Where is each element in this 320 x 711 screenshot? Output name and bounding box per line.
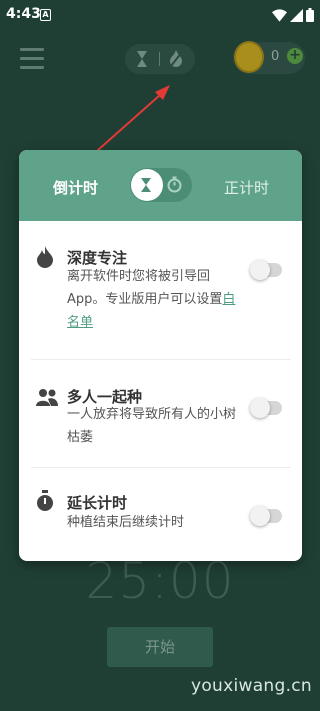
people-icon — [36, 389, 58, 406]
option-description: 一人放弃将导致所有人的小树枯萎 — [67, 403, 242, 449]
option-description-text: 种植结束后继续计时 — [67, 515, 185, 530]
timer-mode-dialog: 倒计时 正计时 深度专注 离开软件时您将被引导回App。专业版用户可以设置白名单… — [19, 150, 302, 561]
option-description: 种植结束后继续计时 — [67, 511, 242, 534]
extend-timer-toggle[interactable] — [250, 506, 282, 526]
option-description-text: 离开软件时您将被引导回App。专业版用户可以设置 — [67, 269, 223, 307]
start-button[interactable]: 开始 — [107, 627, 213, 667]
stopwatch-icon — [167, 176, 182, 193]
option-description: 离开软件时您将被引导回App。专业版用户可以设置白名单 — [67, 265, 242, 334]
stopwatch-icon — [37, 490, 53, 511]
dialog-header: 倒计时 正计时 — [19, 150, 302, 221]
flame-icon — [37, 246, 53, 268]
multiplayer-toggle[interactable] — [250, 398, 282, 418]
tab-countdown[interactable]: 倒计时 — [53, 177, 98, 198]
option-deep-focus: 深度专注 离开软件时您将被引导回App。专业版用户可以设置白名单 — [19, 221, 302, 359]
option-extend-timer: 延长计时 种植结束后继续计时 — [19, 468, 302, 561]
option-multiplayer: 多人一起种 一人放弃将导致所有人的小树枯萎 — [19, 360, 302, 467]
option-description-text: 一人放弃将导致所有人的小树枯萎 — [67, 407, 237, 445]
watermark: youxiwang.cn — [190, 676, 312, 696]
tab-countup[interactable]: 正计时 — [224, 177, 269, 198]
option-title: 延长计时 — [67, 494, 128, 512]
hourglass-icon — [141, 178, 151, 192]
deep-focus-toggle[interactable] — [250, 260, 282, 280]
